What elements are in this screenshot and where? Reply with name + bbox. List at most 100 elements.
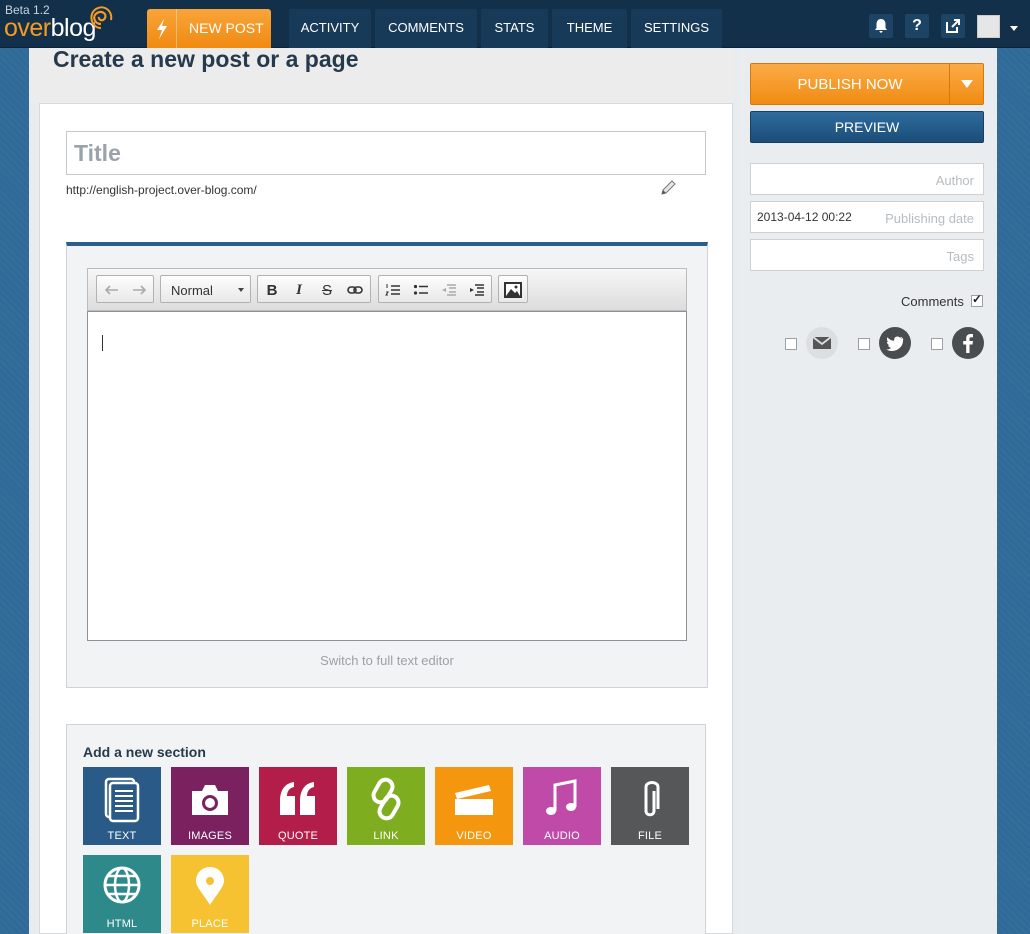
strikethrough-button[interactable]: S	[316, 279, 338, 301]
switch-full-editor-link[interactable]: Switch to full text editor	[66, 653, 708, 668]
numbered-list-icon	[385, 284, 400, 296]
publish-now-button[interactable]: PUBLISH NOW	[750, 63, 984, 105]
nav-theme[interactable]: THEME	[552, 9, 627, 48]
logo-prefix: over	[4, 14, 51, 42]
share-email-checkbox[interactable]	[785, 338, 797, 350]
nav-comments-label: COMMENTS	[388, 20, 464, 35]
bulleted-list-button[interactable]	[410, 279, 432, 301]
post-url: http://english-project.over-blog.com/	[66, 183, 257, 197]
nav-activity[interactable]: ACTIVITY	[289, 9, 371, 48]
outdent-button[interactable]	[438, 279, 460, 301]
share-twitter[interactable]	[879, 327, 911, 359]
publish-now-label: PUBLISH NOW	[797, 76, 903, 93]
nav-comments[interactable]: COMMENTS	[375, 9, 477, 48]
text-cursor	[102, 335, 103, 351]
share-facebook-checkbox[interactable]	[931, 338, 943, 350]
share-email[interactable]	[806, 327, 838, 359]
email-icon	[812, 336, 832, 349]
comments-checkbox[interactable]	[971, 292, 983, 307]
camera-icon	[192, 785, 228, 815]
tags-field[interactable]: Tags	[750, 239, 984, 271]
help-button[interactable]: ?	[905, 14, 929, 38]
map-pin-icon	[196, 867, 224, 905]
section-tile-images[interactable]: IMAGES	[171, 767, 249, 845]
page-title: Create a new post or a page	[53, 46, 359, 72]
nav-activity-label: ACTIVITY	[300, 20, 360, 35]
section-tile-video-label: VIDEO	[456, 830, 492, 842]
nav-settings[interactable]: SETTINGS	[631, 9, 722, 48]
external-link-icon	[946, 19, 960, 33]
nav-settings-label: SETTINGS	[643, 20, 709, 35]
overblog-logo[interactable]: Beta 1.2 overblog	[4, 2, 124, 46]
chevron-down-icon[interactable]	[1010, 26, 1018, 31]
nav-theme-label: THEME	[566, 20, 613, 35]
section-tile-link[interactable]: LINK	[347, 767, 425, 845]
strikethrough-icon: S	[321, 281, 332, 299]
comments-label: Comments	[901, 294, 964, 309]
publishing-date-value: 2013-04-12 00:22	[757, 210, 852, 224]
document-icon	[104, 777, 140, 823]
bell-icon	[875, 19, 887, 33]
author-placeholder: Author	[935, 173, 974, 188]
numbered-list-button[interactable]	[382, 279, 404, 301]
redo-button[interactable]	[128, 279, 150, 301]
indent-icon	[470, 284, 484, 296]
inline-format-group: B I S	[257, 275, 371, 303]
section-tile-quote[interactable]: QUOTE	[259, 767, 337, 845]
section-tile-text[interactable]: TEXT	[83, 767, 161, 845]
publishing-date-placeholder: Publishing date	[885, 211, 974, 226]
italic-button[interactable]: I	[288, 279, 310, 301]
preview-button[interactable]: PREVIEW	[750, 111, 984, 143]
share-facebook[interactable]	[952, 327, 984, 359]
preview-label: PREVIEW	[834, 119, 900, 135]
new-post-label: NEW POST	[189, 20, 264, 36]
format-select-value: Normal	[171, 283, 213, 298]
section-tile-file[interactable]: FILE	[611, 767, 689, 845]
help-icon: ?	[912, 17, 922, 34]
list-group	[378, 275, 492, 303]
chain-link-icon	[371, 777, 401, 821]
twitter-icon	[886, 336, 904, 351]
format-select[interactable]: Normal	[160, 275, 251, 303]
quote-icon	[280, 782, 315, 815]
section-tile-audio[interactable]: AUDIO	[523, 767, 601, 845]
section-tile-file-label: FILE	[637, 830, 663, 842]
section-tile-link-label: LINK	[373, 830, 399, 842]
section-tile-place[interactable]: PLACE	[171, 855, 249, 933]
author-field[interactable]: Author	[750, 163, 984, 195]
section-tile-text-label: TEXT	[107, 830, 137, 842]
title-input[interactable]	[66, 131, 706, 175]
section-tile-audio-label: AUDIO	[544, 830, 580, 842]
link-icon	[347, 286, 363, 294]
history-group	[96, 275, 154, 303]
nav-stats-label: STATS	[494, 20, 535, 35]
section-tile-html[interactable]: HTML	[83, 855, 161, 933]
outdent-icon	[442, 284, 456, 296]
lightning-icon	[147, 9, 177, 48]
open-blog-button[interactable]	[941, 14, 965, 38]
nav-stats[interactable]: STATS	[481, 9, 548, 48]
music-note-icon	[546, 779, 577, 815]
swirl-logo-icon	[90, 6, 113, 29]
insert-image-button[interactable]	[502, 279, 524, 301]
top-bar: Beta 1.2 overblog NEW POST ACTIVITY COMM…	[0, 0, 1030, 48]
new-post-button[interactable]: NEW POST	[147, 9, 271, 48]
clapperboard-icon	[455, 785, 493, 815]
add-section-title: Add a new section	[83, 744, 206, 760]
section-tile-html-label: HTML	[106, 918, 138, 930]
indent-button[interactable]	[466, 279, 488, 301]
edit-url-button[interactable]	[660, 180, 678, 201]
post-body-editor[interactable]	[87, 311, 687, 641]
avatar[interactable]	[977, 15, 1000, 38]
link-button[interactable]	[344, 279, 366, 301]
image-icon	[504, 282, 522, 298]
share-twitter-checkbox[interactable]	[858, 338, 870, 350]
bulleted-list-icon	[413, 284, 428, 295]
bold-button[interactable]: B	[261, 279, 283, 301]
publishing-date-field[interactable]: 2013-04-12 00:22 Publishing date	[750, 201, 984, 233]
pencil-icon	[661, 180, 676, 195]
undo-button[interactable]	[101, 279, 123, 301]
publish-options-dropdown[interactable]	[949, 64, 983, 104]
notifications-button[interactable]	[869, 14, 893, 38]
section-tile-video[interactable]: VIDEO	[435, 767, 513, 845]
